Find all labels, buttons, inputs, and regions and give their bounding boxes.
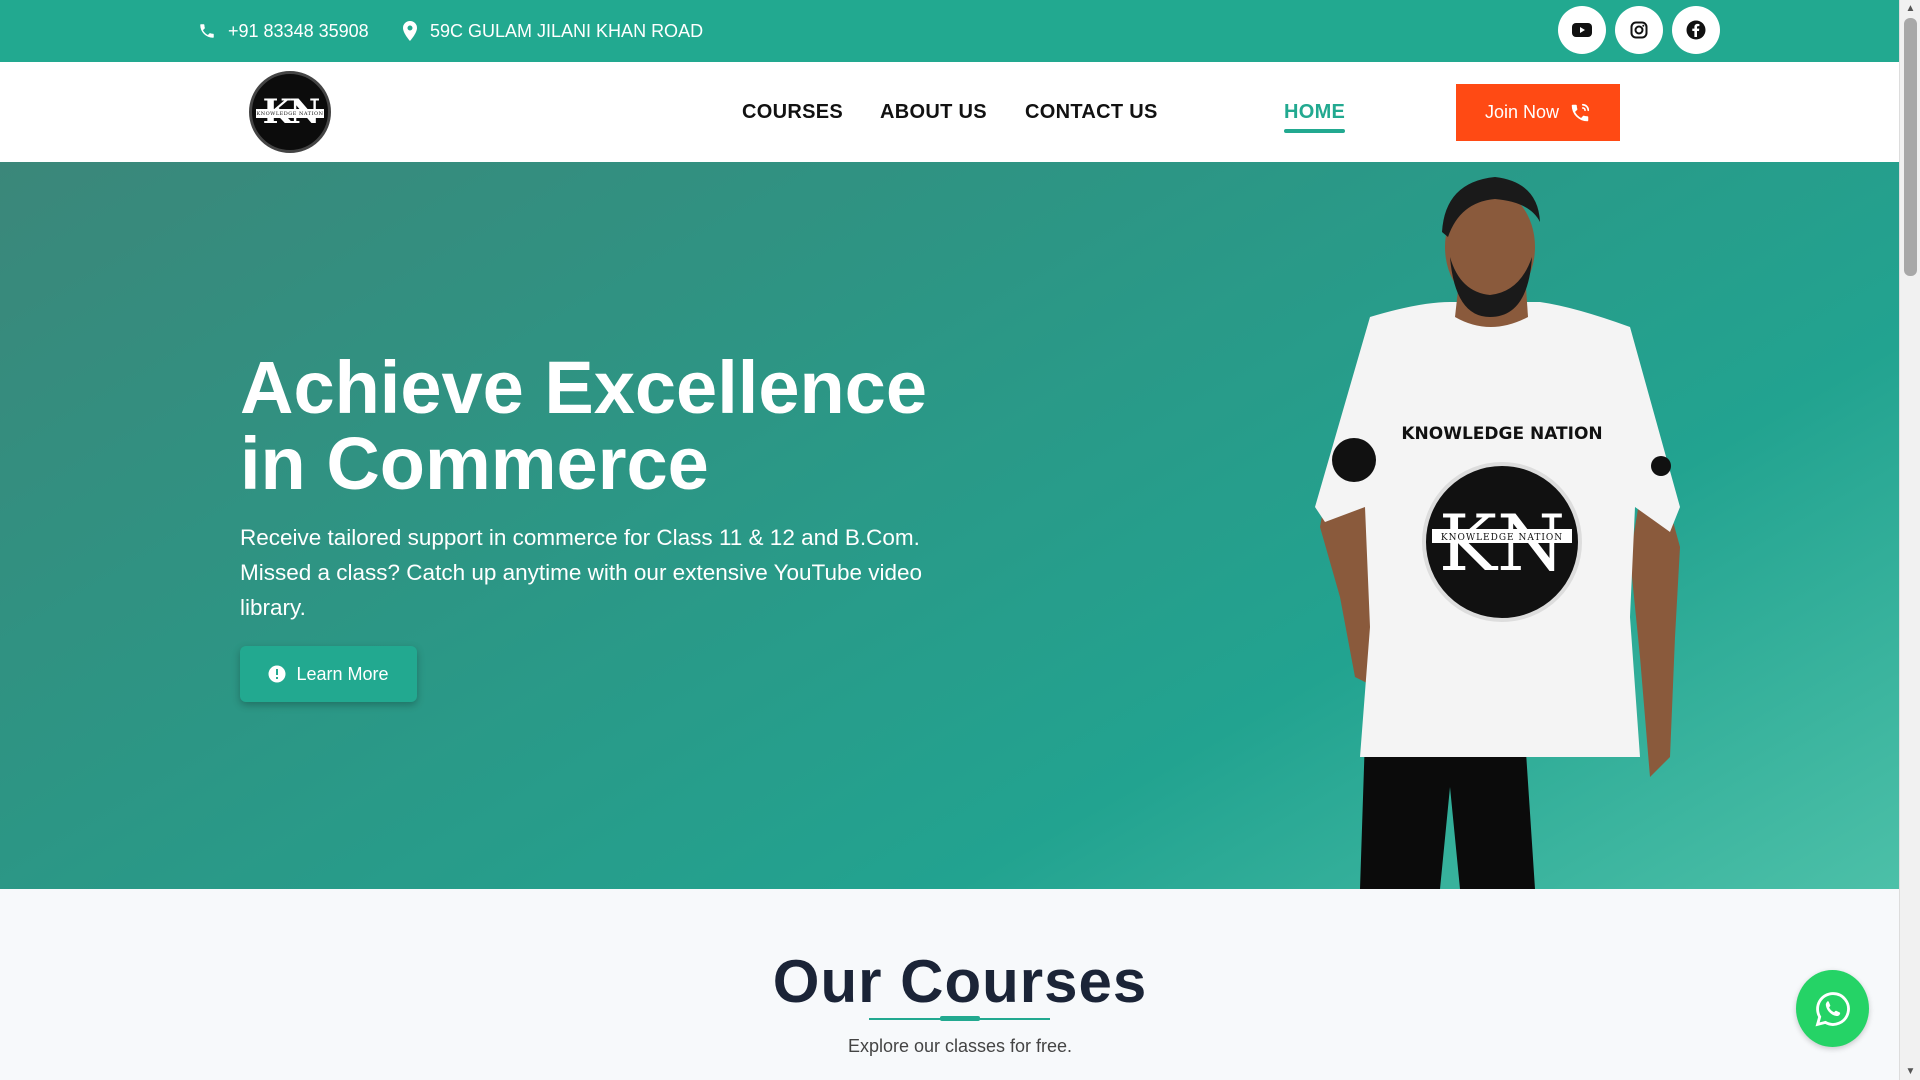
- heading-underline-accent: [940, 1016, 980, 1021]
- site-logo[interactable]: KN KNOWLEDGE NATION: [249, 71, 331, 153]
- nav-home-wrap: HOME: [642, 62, 1346, 171]
- nav-about-us[interactable]: ABOUT US: [880, 101, 987, 124]
- scroll-down-arrow-icon[interactable]: ▼: [1900, 1063, 1920, 1080]
- address-text: 59C GULAM JILANI KHAN ROAD: [430, 20, 704, 41]
- nav-courses[interactable]: COURSES: [742, 101, 843, 124]
- shirt-brand-text: KNOWLEDGE NATION: [1401, 424, 1602, 444]
- youtube-button[interactable]: [1558, 6, 1606, 54]
- courses-section: Our Courses Explore our classes for free…: [0, 889, 1899, 1080]
- phone-ring-icon: [1571, 103, 1590, 121]
- hero-section: Achieve Excellence in Commerce Receive t…: [0, 162, 1899, 889]
- courses-heading: Our Courses: [772, 948, 1148, 1015]
- hero-description: Receive tailored support in commerce for…: [240, 525, 923, 620]
- nav-home[interactable]: HOME: [1284, 101, 1346, 133]
- phone-icon: [200, 24, 214, 38]
- scrollbar-thumb[interactable]: [1904, 18, 1917, 276]
- nav-courses-wrap: COURSES: [742, 62, 843, 162]
- courses-subheading: Explore our classes for free.: [847, 1036, 1073, 1056]
- hero-title: Achieve Excellence in Commerce: [240, 346, 927, 505]
- whatsapp-icon: [1815, 991, 1850, 1026]
- page-scrollbar[interactable]: ▲ ▼: [1899, 0, 1920, 1080]
- instagram-icon: [1630, 21, 1648, 39]
- instagram-button[interactable]: [1615, 6, 1663, 54]
- top-info-bar: +91 83348 35908 59C GULAM JILANI KHAN RO…: [0, 0, 1899, 62]
- address-contact: 59C GULAM JILANI KHAN ROAD: [402, 0, 703, 62]
- learn-more-button[interactable]: Learn More: [240, 646, 417, 702]
- join-now-label: Join Now: [1484, 102, 1560, 122]
- logo-subtext: KNOWLEDGE NATION: [256, 109, 324, 118]
- svg-text:KNOWLEDGE NATION: KNOWLEDGE NATION: [1441, 533, 1563, 543]
- main-header: KN KNOWLEDGE NATION HOME COURSES ABOUT U…: [0, 62, 1899, 171]
- nav-contact-wrap: CONTACT US: [1025, 62, 1158, 162]
- instructor-photo: KN KNOWLEDGE NATION KNOWLEDGE NATION: [1315, 177, 1680, 889]
- scroll-up-arrow-icon[interactable]: ▲: [1900, 0, 1920, 17]
- nav-contact-us[interactable]: CONTACT US: [1025, 101, 1158, 124]
- facebook-icon: [1686, 20, 1706, 40]
- youtube-icon: [1572, 23, 1592, 37]
- svg-text:KN: KN: [1439, 499, 1566, 589]
- whatsapp-chat-button[interactable]: [1796, 970, 1869, 1047]
- facebook-button[interactable]: [1672, 6, 1720, 54]
- nav-about-wrap: ABOUT US: [880, 62, 987, 162]
- info-icon: [268, 665, 286, 683]
- phone-contact[interactable]: +91 83348 35908: [198, 0, 369, 62]
- join-now-button[interactable]: Join Now: [1456, 84, 1620, 141]
- learn-more-label: Learn More: [296, 663, 389, 684]
- location-pin-icon: [403, 21, 417, 41]
- phone-number: +91 83348 35908: [228, 20, 369, 41]
